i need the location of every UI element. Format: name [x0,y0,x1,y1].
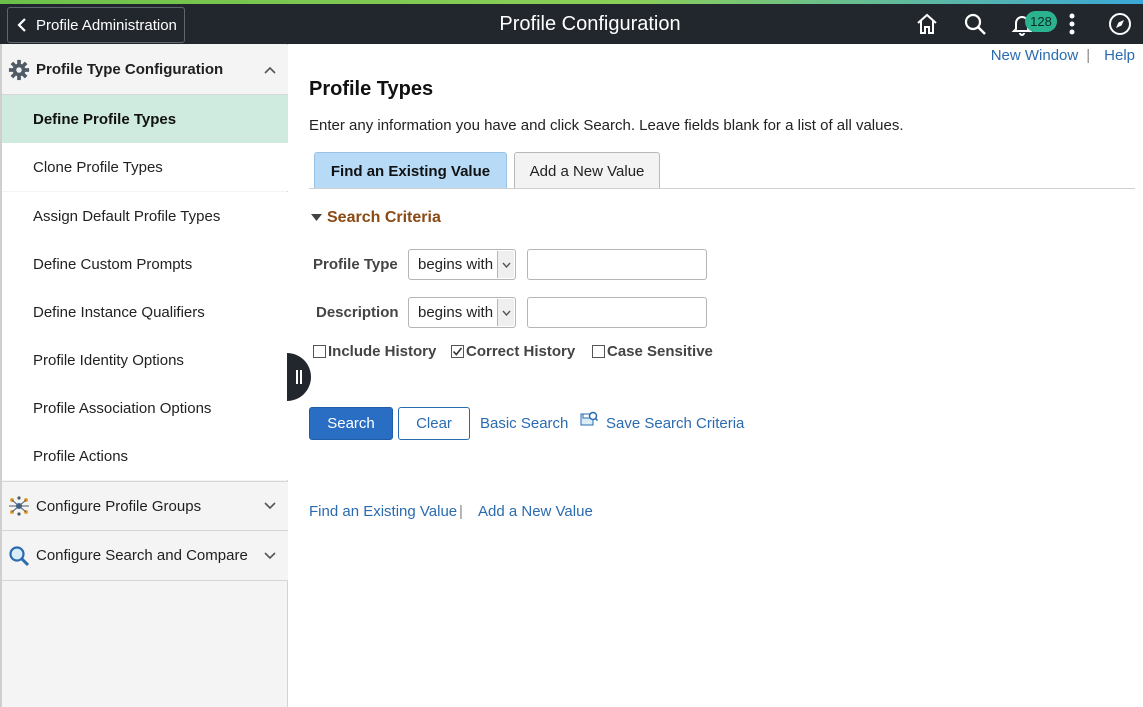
sidebar-item-clone-profile-types[interactable]: Clone Profile Types [2,143,288,191]
description-operator-select[interactable]: begins with [408,297,516,328]
chevron-down-icon [497,299,514,326]
chevron-down-icon [252,502,288,510]
sidebar-group-label: Configure Profile Groups [36,497,202,515]
sidebar-group-profile-type-configuration[interactable]: Profile Type Configuration [2,45,288,95]
sidebar-group-configure-search-and-compare[interactable]: Configure Search and Compare [2,531,288,581]
help-link[interactable]: Help [1104,47,1135,64]
chevron-down-icon [497,251,514,278]
sidebar-item-define-instance-qualifiers[interactable]: Define Instance Qualifiers [2,288,288,336]
triangle-down-icon [311,214,322,221]
more-icon[interactable] [1058,10,1086,38]
sidebar-item-define-profile-types[interactable]: Define Profile Types [2,95,288,143]
bottom-add-new-value-link[interactable]: Add a New Value [478,503,593,520]
case-sensitive-checkbox[interactable]: Case Sensitive [592,343,713,360]
profile-type-label: Profile Type [313,256,398,273]
chevron-up-icon [252,66,288,74]
checkbox-box [313,345,326,358]
search-button[interactable]: Search [309,407,393,440]
search-criteria-toggle[interactable]: Search Criteria [311,209,441,227]
checkbox-label: Case Sensitive [607,343,713,360]
include-history-checkbox[interactable]: Include History [313,343,436,360]
basic-search-link[interactable]: Basic Search [480,415,568,432]
tab-divider [309,188,1135,189]
sidebar-group-label: Configure Search and Compare [36,547,248,564]
chevron-left-icon [8,18,36,32]
sidebar-item-profile-actions[interactable]: Profile Actions [2,432,288,480]
correct-history-checkbox[interactable]: Correct History [451,343,575,360]
magnifier-icon [2,545,36,567]
instructions-text: Enter any information you have and click… [309,117,904,134]
home-icon[interactable] [913,10,941,38]
chevron-down-icon [252,551,288,560]
sidebar-item-define-custom-prompts[interactable]: Define Custom Prompts [2,240,288,288]
checkbox-label: Correct History [466,343,576,360]
bottom-find-existing-value-link[interactable]: Find an Existing Value [309,503,457,520]
checkbox-box [592,345,605,358]
tab-add-new-value[interactable]: Add a New Value [514,152,660,189]
profile-type-input[interactable] [527,249,707,280]
description-label: Description [316,304,399,321]
tab-find-existing-value[interactable]: Find an Existing Value [314,152,507,189]
sidebar-group-configure-profile-groups[interactable]: Configure Profile Groups [2,481,288,531]
back-button-label: Profile Administration [36,16,177,34]
save-search-criteria-link[interactable]: Save Search Criteria [606,415,744,432]
gear-icon [2,59,36,81]
sidebar-collapse-handle[interactable] [287,353,311,401]
search-icon[interactable] [961,10,989,38]
clear-button[interactable]: Clear [398,407,470,440]
link-separator: | [1086,47,1091,64]
content-title: Profile Types [309,78,434,100]
profile-type-operator-select[interactable]: begins with [408,249,516,280]
save-search-icon[interactable] [580,411,599,431]
top-links: New Window | Help [991,47,1135,64]
checkbox-label: Include History [328,343,437,360]
search-criteria-label: Search Criteria [327,209,441,226]
sidebar-group-label: Profile Type Configuration [36,61,224,78]
back-button[interactable]: Profile Administration [7,7,185,43]
new-window-link[interactable]: New Window [991,47,1079,64]
top-header-bar: Profile Administration Profile Configura… [0,4,1143,44]
network-icon [2,496,36,516]
profile-type-operator-value: begins with [418,256,494,273]
sidebar: Profile Type Configuration Define Profil… [0,44,288,707]
description-input[interactable] [527,297,707,328]
checkmark-icon [451,345,464,358]
description-operator-value: begins with [418,304,494,321]
bottom-link-separator: | [459,503,463,520]
sidebar-item-profile-association-options[interactable]: Profile Association Options [2,384,288,432]
notification-count-badge[interactable]: 128 [1025,11,1057,32]
sidebar-item-profile-identity-options[interactable]: Profile Identity Options [2,336,288,384]
navigator-icon[interactable] [1106,10,1134,38]
sidebar-item-assign-default-profile-types[interactable]: Assign Default Profile Types [2,192,288,240]
